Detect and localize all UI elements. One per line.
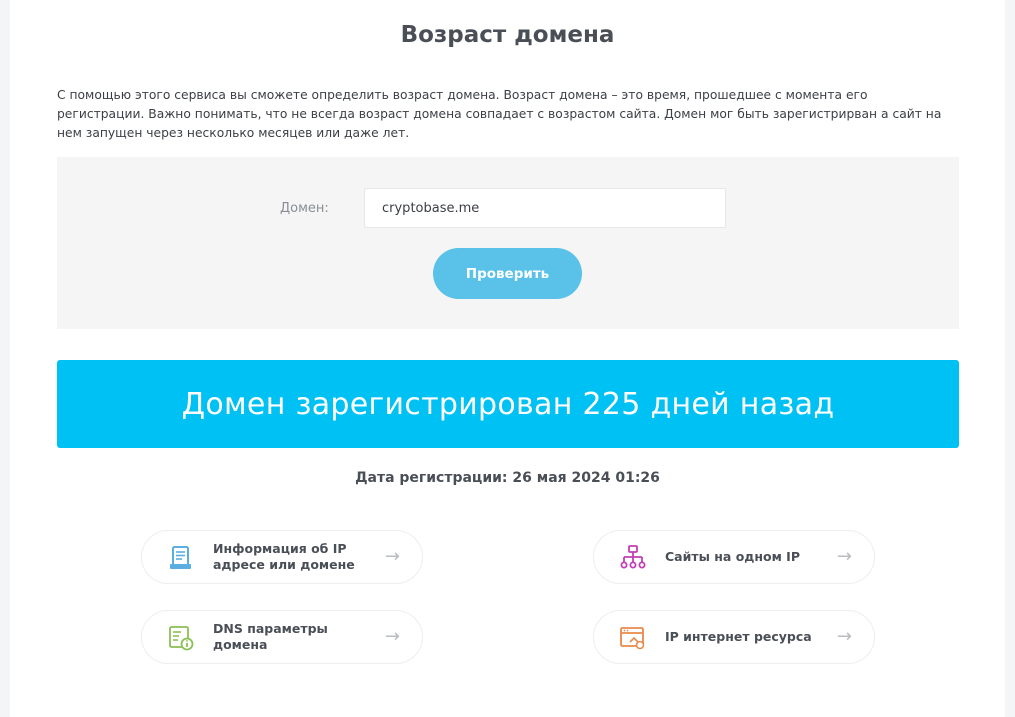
domain-input[interactable]	[364, 188, 726, 228]
link-label: Информация об IP адресе или домене	[213, 541, 355, 572]
arrow-right-icon: →	[384, 626, 400, 647]
link-ip-resource[interactable]: IP интернет ресурса →	[593, 610, 875, 664]
browser-window-icon	[619, 624, 647, 652]
link-label: Сайты на одном IP	[665, 549, 800, 564]
link-sites-same-ip[interactable]: Сайты на одном IP →	[593, 530, 875, 584]
registration-date: Дата регистрации: 26 мая 2024 01:26	[355, 470, 660, 486]
document-icon	[167, 544, 195, 572]
arrow-right-icon: →	[836, 626, 852, 647]
dns-info-icon	[167, 624, 195, 652]
arrow-right-icon: →	[384, 546, 400, 567]
arrow-right-icon: →	[836, 546, 852, 567]
page-title: Возраст домена	[400, 22, 615, 48]
link-label: DNS параметры домена	[213, 621, 328, 652]
intro-text: С помощью этого сервиса вы сможете опред…	[57, 88, 942, 140]
sitemap-icon	[619, 544, 647, 572]
check-button[interactable]: Проверить	[433, 248, 582, 299]
domain-form-panel: Домен: Проверить	[57, 157, 959, 329]
link-dns-params[interactable]: DNS параметры домена →	[141, 610, 423, 664]
result-headline: Домен зарегистрирован 225 дней назад	[181, 386, 835, 422]
result-banner: Домен зарегистрирован 225 дней назад	[57, 360, 959, 448]
link-label: IP интернет ресурса	[665, 629, 812, 644]
link-ip-info[interactable]: Информация об IP адресе или домене →	[141, 530, 423, 584]
domain-label: Домен:	[280, 201, 329, 216]
